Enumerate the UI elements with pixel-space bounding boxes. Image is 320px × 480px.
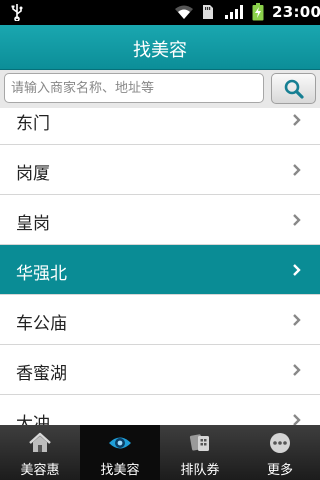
tab-more[interactable]: 更多 xyxy=(240,425,320,480)
chevron-right-icon xyxy=(293,214,301,226)
tab-label: 美容惠 xyxy=(20,463,60,478)
district-label: 车公庙 xyxy=(16,314,67,334)
search-input[interactable] xyxy=(4,73,264,103)
eye-icon xyxy=(109,437,131,449)
chevron-right-icon xyxy=(293,314,301,326)
chevron-right-icon xyxy=(293,414,301,425)
house-icon xyxy=(29,432,51,452)
district-list: 东门 岗厦 皇岗 华强北 车公庙 香蜜湖 大冲 xyxy=(0,108,320,425)
chevron-right-icon xyxy=(293,114,301,126)
tab-queue-tickets[interactable]: 排队券 xyxy=(160,425,240,480)
bottom-tab-bar: 美容惠 找美容 排队券 更多 xyxy=(0,425,320,480)
district-label: 岗厦 xyxy=(16,164,50,184)
tab-find-beauty[interactable]: 找美容 xyxy=(80,425,160,480)
district-item-dachong[interactable]: 大冲 xyxy=(0,395,320,425)
search-button[interactable] xyxy=(271,73,316,104)
battery-charging-icon xyxy=(252,3,264,21)
chevron-right-icon xyxy=(293,364,301,376)
tab-label: 排队券 xyxy=(180,463,220,478)
district-label: 东门 xyxy=(16,114,50,134)
district-label: 皇岗 xyxy=(16,214,50,234)
search-icon xyxy=(284,79,304,99)
title-bar: 找美容 xyxy=(0,25,320,70)
status-time: 23:00 xyxy=(272,3,320,21)
chevron-right-icon xyxy=(293,164,301,176)
tab-label: 更多 xyxy=(266,463,293,478)
tab-beauty-deals[interactable]: 美容惠 xyxy=(0,425,80,480)
signal-icon xyxy=(225,5,243,19)
cards-icon xyxy=(189,434,209,451)
district-item-dongmen[interactable]: 东门 xyxy=(0,108,320,145)
district-item-huaqiangbei[interactable]: 华强北 xyxy=(0,245,320,295)
more-icon xyxy=(270,433,290,453)
district-item-huanggang[interactable]: 皇岗 xyxy=(0,195,320,245)
district-item-chegongmiao[interactable]: 车公庙 xyxy=(0,295,320,345)
search-bar xyxy=(0,70,320,109)
district-label: 大冲 xyxy=(16,414,50,425)
usb-icon xyxy=(11,4,23,21)
sd-card-icon xyxy=(203,5,213,19)
page-title: 找美容 xyxy=(133,40,187,61)
district-item-xiangmihu[interactable]: 香蜜湖 xyxy=(0,345,320,395)
chevron-right-icon xyxy=(293,264,301,276)
status-bar: 23:00 xyxy=(0,0,320,25)
district-label: 华强北 xyxy=(16,264,67,284)
district-item-gangxia[interactable]: 岗厦 xyxy=(0,145,320,195)
district-label: 香蜜湖 xyxy=(16,364,67,384)
tab-label: 找美容 xyxy=(100,463,140,478)
wifi-icon xyxy=(175,5,193,19)
